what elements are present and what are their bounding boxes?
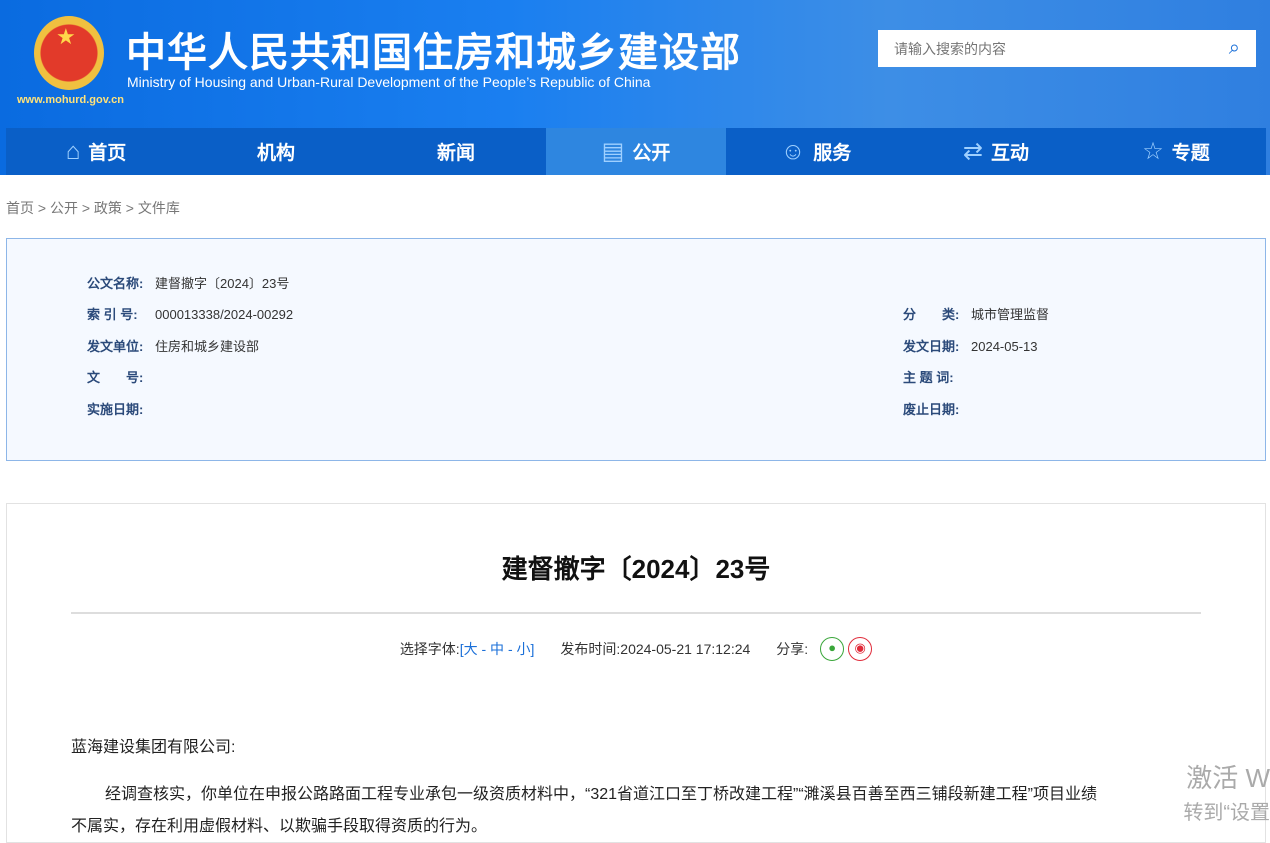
salutation: 蓝海建设集团有限公司: — [71, 739, 236, 756]
nav-label: 首页 — [88, 143, 127, 164]
nav-interaction[interactable]: ⇄ 互动 — [906, 128, 1086, 175]
nav-label: 机构 — [256, 143, 295, 164]
meta-date: 发文日期: 2024-05-13 — [903, 339, 1038, 354]
weibo-share-icon[interactable]: ◉ — [848, 637, 873, 661]
activation-watermark: 激活 W — [1186, 763, 1270, 793]
user-service-icon: ☺ — [780, 137, 806, 165]
site-header: ★ www.mohurd.gov.cn 中华人民共和国住房和城乡建设部 Mini… — [0, 0, 1270, 175]
publish-time: 2024-05-21 17:12:24 — [620, 641, 751, 657]
site-url: www.mohurd.gov.cn — [17, 94, 124, 106]
nav-home[interactable]: ⌂ 首页 — [6, 128, 186, 175]
nav-label: 新闻 — [436, 143, 475, 164]
star-icon: ☆ — [1142, 138, 1164, 165]
sep: - — [481, 641, 487, 657]
meta-docno: 文 号: — [87, 370, 144, 385]
nav-label: 服务 — [813, 143, 852, 164]
search-box: ⌕ — [878, 30, 1256, 67]
nav-label: 专题 — [1171, 143, 1210, 164]
article-info: 选择字体: [ 大 - 中 - 小 ] 发布时间: 2024-05-21 17:… — [7, 637, 1265, 661]
activation-watermark: 转到“设置 — [1183, 802, 1270, 824]
search-icon[interactable]: ⌕ — [1229, 37, 1240, 60]
divider — [71, 612, 1201, 614]
font-large-link[interactable]: 大 — [464, 639, 478, 659]
meta-index: 索 引 号: 000013338/2024-00292 — [87, 307, 294, 322]
wechat-share-icon[interactable]: ● — [820, 637, 845, 661]
nav-topics[interactable]: ☆ 专题 — [1086, 128, 1266, 175]
bracket: ] — [530, 641, 535, 657]
document-icon: ▤ — [601, 138, 625, 165]
site-title-en: Ministry of Housing and Urban-Rural Deve… — [127, 74, 651, 90]
article: 建督撤字〔2024〕23号 选择字体: [ 大 - 中 - 小 ] 发布时间: … — [6, 503, 1266, 843]
search-input[interactable] — [894, 40, 1229, 57]
main-nav: ⌂ 首页 机构 新闻 ▤ 公开 ☺ 服务 ⇄ 互动 ☆ 专题 — [6, 128, 1266, 175]
national-emblem-logo: ★ — [34, 16, 104, 90]
document-meta-panel: 公文名称: 建督撤字〔2024〕23号 索 引 号: 000013338/2024-… — [6, 238, 1266, 461]
share-label: 分享: — [776, 641, 809, 657]
meta-issuer: 发文单位: 住房和城乡建设部 — [87, 339, 260, 354]
home-icon: ⌂ — [65, 137, 81, 165]
meta-category: 分 类: 城市管理监督 — [903, 307, 1050, 322]
nav-label: 互动 — [991, 143, 1030, 164]
font-small-link[interactable]: 小 — [517, 639, 531, 659]
nav-organization[interactable]: 机构 — [186, 128, 366, 175]
interaction-icon: ⇄ — [962, 138, 984, 165]
article-title: 建督撤字〔2024〕23号 — [501, 554, 771, 584]
font-medium-link[interactable]: 中 — [490, 639, 504, 659]
sep: - — [507, 641, 513, 657]
nav-public[interactable]: ▤ 公开 — [546, 128, 726, 175]
nav-news[interactable]: 新闻 — [366, 128, 546, 175]
paragraph-line: 不属实，存在利用虚假材料、以欺骗手段取得资质的行为。 — [71, 818, 488, 835]
meta-effective: 实施日期: — [87, 402, 144, 417]
nav-label: 公开 — [632, 143, 671, 164]
meta-expire: 废止日期: — [903, 402, 960, 417]
font-size-label: 选择字体: — [399, 641, 460, 657]
nav-service[interactable]: ☺ 服务 — [726, 128, 906, 175]
publish-label: 发布时间: — [560, 641, 621, 657]
meta-name: 公文名称: 建督撤字〔2024〕23号 — [87, 276, 290, 291]
breadcrumb[interactable]: 首页 > 公开 > 政策 > 文件库 — [6, 198, 180, 218]
paragraph-line: 经调查核实，你单位在申报公路路面工程专业承包一级资质材料中，“321省道江口至丁… — [105, 786, 1098, 803]
site-title: 中华人民共和国住房和城乡建设部 — [126, 31, 741, 75]
meta-keywords: 主 题 词: — [903, 370, 954, 385]
